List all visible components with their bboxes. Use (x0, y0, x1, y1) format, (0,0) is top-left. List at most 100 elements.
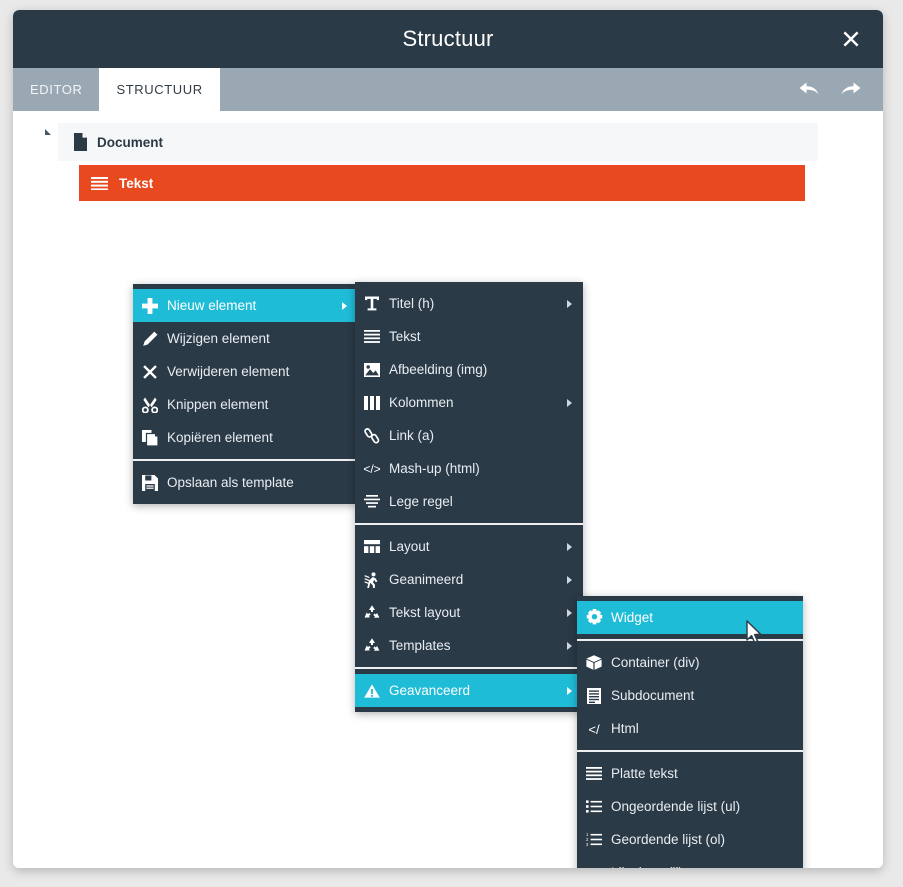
scissors-icon (133, 397, 167, 413)
subdocument-icon (577, 687, 611, 704)
copy-icon (133, 429, 167, 446)
code-slash-icon: </ (577, 722, 611, 736)
new-element-menu: Titel (h) Tekst Afbeelding (img) Kolomme… (355, 282, 583, 712)
menu-item-label: Tekst layout (389, 605, 461, 620)
menu-item-label: Layout (389, 539, 430, 554)
menu-item-verwijderen-element[interactable]: Verwijderen element (133, 355, 358, 388)
menu-group: Widget (577, 596, 803, 639)
menu-item-lijst-item-li[interactable]: Lijst item (li) (577, 856, 803, 868)
menu-item-lege-regel[interactable]: Lege regel (355, 485, 583, 518)
tree-node-tekst[interactable]: Tekst (79, 165, 805, 201)
menu-item-wijzigen-element[interactable]: Wijzigen element (133, 322, 358, 355)
columns-icon (355, 395, 389, 410)
structure-tree: Document Tekst Nieuw element Wijzigen el… (13, 111, 883, 868)
menu-item-geordende-lijst-ol[interactable]: 1 2 3 Geordende lijst (ol) (577, 823, 803, 856)
structure-modal: Structuur EDITOR STRUCTUUR Document Teks… (13, 10, 883, 868)
toolbar-actions (797, 68, 863, 111)
menu-item-kopieren-element[interactable]: Kopiëren element (133, 421, 358, 454)
tab-bar: EDITOR STRUCTUUR (13, 68, 883, 111)
menu-item-knippen-element[interactable]: Knippen element (133, 388, 358, 421)
menu-item-container-div[interactable]: Container (div) (577, 646, 803, 679)
menu-item-titel-h[interactable]: Titel (h) (355, 287, 583, 320)
menu-item-label: Subdocument (611, 688, 695, 703)
menu-separator (577, 639, 803, 641)
chevron-right-icon (567, 398, 572, 407)
menu-item-layout[interactable]: Layout (355, 530, 583, 563)
menu-group: Nieuw element Wijzigen element Verwijder… (133, 284, 358, 459)
gear-icon (577, 609, 611, 626)
menu-separator (355, 523, 583, 525)
svg-text:</>: </> (363, 462, 380, 475)
modal-titlebar: Structuur (13, 10, 883, 68)
menu-group: Layout Geanimeerd Tekst layout Templates (355, 525, 583, 667)
menu-item-link-a[interactable]: Link (a) (355, 419, 583, 452)
close-button[interactable] (833, 21, 869, 57)
menu-item-label: Opslaan als template (167, 475, 294, 490)
menu-item-templates[interactable]: Templates (355, 629, 583, 662)
menu-item-geanimeerd[interactable]: Geanimeerd (355, 563, 583, 596)
recycle-icon (355, 605, 389, 620)
menu-item-tekst-layout[interactable]: Tekst layout (355, 596, 583, 629)
menu-item-label: Widget (611, 610, 654, 625)
menu-group: Geavanceerd (355, 669, 583, 712)
text-lines-icon (91, 176, 108, 190)
menu-item-label: Platte tekst (611, 766, 678, 781)
plus-icon (133, 297, 167, 314)
text-lines-icon (577, 767, 611, 780)
menu-separator (577, 750, 803, 752)
menu-item-ongeordende-lijst-ul[interactable]: Ongeordende lijst (ul) (577, 790, 803, 823)
menu-separator (133, 459, 358, 461)
menu-item-label: Templates (389, 638, 451, 653)
menu-item-kolommen[interactable]: Kolommen (355, 386, 583, 419)
menu-item-label: Ongeordende lijst (ul) (611, 799, 741, 814)
menu-item-label: Geanimeerd (389, 572, 464, 587)
collapse-triangle-icon[interactable] (45, 129, 51, 135)
code-brackets-icon: </> (355, 462, 389, 475)
menu-item-afbeelding-img[interactable]: Afbeelding (img) (355, 353, 583, 386)
menu-item-widget[interactable]: Widget (577, 601, 803, 634)
chevron-right-icon (567, 686, 572, 695)
menu-item-mash-up-html[interactable]: </> Mash-up (html) (355, 452, 583, 485)
menu-item-geavanceerd[interactable]: Geavanceerd (355, 674, 583, 707)
document-file-icon (74, 133, 87, 151)
advanced-menu: Widget Container (div) Subdocument </ Ht… (577, 596, 803, 868)
image-icon (355, 362, 389, 377)
serif-t-icon (355, 296, 389, 311)
svg-text:</: </ (588, 722, 600, 736)
chevron-right-icon (567, 608, 572, 617)
menu-item-opslaan-als-template[interactable]: Opslaan als template (133, 466, 358, 499)
menu-group: Titel (h) Tekst Afbeelding (img) Kolomme… (355, 282, 583, 523)
menu-item-tekst[interactable]: Tekst (355, 320, 583, 353)
chevron-right-icon (567, 575, 572, 584)
chevron-right-icon (567, 641, 572, 650)
menu-item-nieuw-element[interactable]: Nieuw element (133, 289, 358, 322)
menu-item-subdocument[interactable]: Subdocument (577, 679, 803, 712)
tree-node-label: Tekst (119, 175, 154, 191)
pencil-icon (133, 331, 167, 347)
tab-editor[interactable]: EDITOR (13, 68, 99, 111)
bullet-list-icon (577, 800, 611, 813)
tree-node-document[interactable]: Document (58, 123, 818, 161)
svg-text:3: 3 (586, 842, 589, 846)
menu-item-label: Nieuw element (167, 298, 257, 313)
menu-item-label: Knippen element (167, 397, 269, 412)
text-lines-icon (355, 330, 389, 343)
save-floppy-icon (133, 474, 167, 491)
menu-item-html[interactable]: </ Html (577, 712, 803, 745)
tree-node-label: Document (97, 134, 164, 150)
close-icon (843, 31, 859, 47)
page-title: Structuur (402, 26, 494, 51)
running-person-icon (355, 571, 389, 588)
recycle-icon (355, 638, 389, 653)
menu-item-label: Lijst item (li) (611, 865, 683, 868)
menu-item-label: Geavanceerd (389, 683, 471, 698)
menu-item-label: Titel (h) (389, 296, 435, 311)
redo-arrow-icon[interactable] (837, 79, 863, 101)
menu-item-platte-tekst[interactable]: Platte tekst (577, 757, 803, 790)
menu-group: Platte tekst Ongeordende lijst (ul) 1 2 … (577, 752, 803, 868)
menu-item-label: Kopiëren element (167, 430, 273, 445)
tab-structuur[interactable]: STRUCTUUR (99, 68, 220, 111)
menu-item-label: Tekst (389, 329, 421, 344)
menu-item-label: Afbeelding (img) (389, 362, 488, 377)
undo-arrow-icon[interactable] (797, 79, 823, 101)
